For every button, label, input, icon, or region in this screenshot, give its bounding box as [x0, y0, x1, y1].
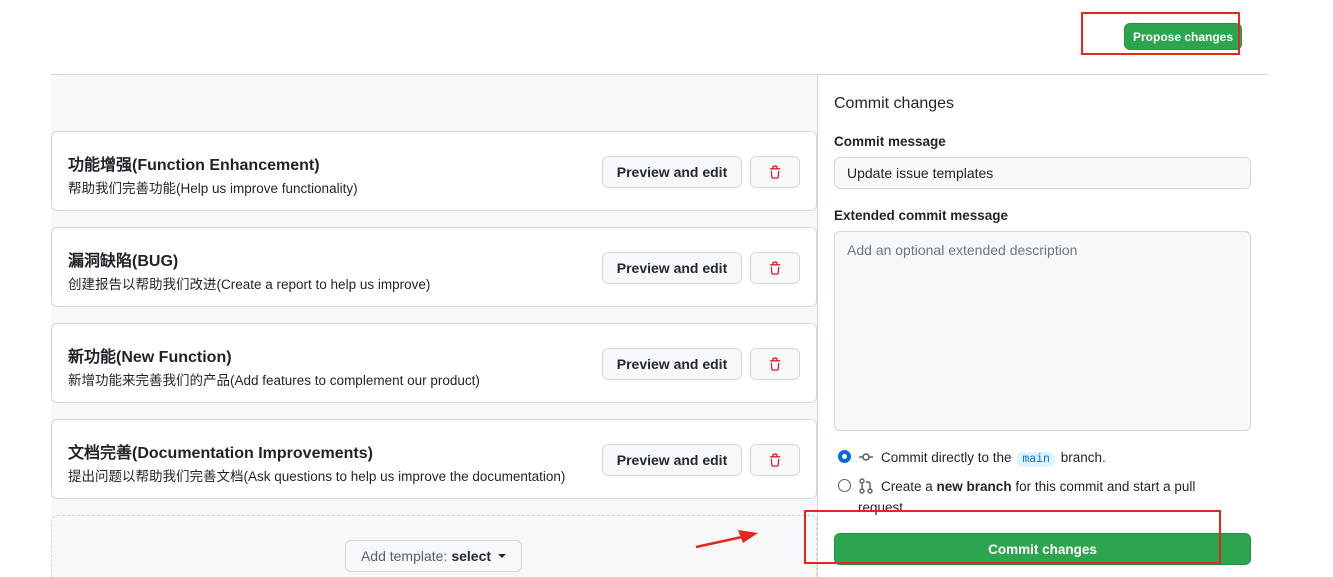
template-title: 新功能(New Function) [68, 349, 232, 366]
new-branch-radio[interactable] [838, 479, 851, 492]
caret-down-icon [498, 554, 507, 558]
delete-template-button[interactable] [750, 444, 800, 476]
new-branch-bold: new branch [936, 479, 1012, 494]
panel-divider [817, 75, 818, 577]
extended-description-textarea[interactable] [834, 231, 1251, 431]
template-card: 漏洞缺陷(BUG) 创建报告以帮助我们改进(Create a report to… [51, 227, 817, 307]
template-card: 功能增强(Function Enhancement) 帮助我们完善功能(Help… [51, 131, 817, 211]
trash-icon [769, 165, 781, 179]
commit-message-label: Commit message [834, 134, 946, 149]
commit-direct-option: Commit directly to the main branch. [881, 450, 1106, 467]
template-card: 新功能(New Function) 新增功能来完善我们的产品(Add featu… [51, 323, 817, 403]
preview-and-edit-button[interactable]: Preview and edit [602, 156, 742, 188]
extended-message-label: Extended commit message [834, 208, 1009, 223]
commit-direct-prefix: Commit directly to the [881, 450, 1012, 465]
template-title: 功能增强(Function Enhancement) [68, 157, 320, 174]
commit-direct-radio[interactable] [838, 450, 851, 463]
delete-template-button[interactable] [750, 252, 800, 284]
trash-icon [769, 357, 781, 371]
template-description: 新增功能来完善我们的产品(Add features to complement … [68, 373, 480, 388]
annotation-highlight-box [804, 510, 1221, 564]
red-arrow [695, 530, 758, 549]
delete-template-button[interactable] [750, 156, 800, 188]
add-template-select-label: select [451, 548, 492, 564]
trash-icon [769, 261, 781, 275]
template-title: 漏洞缺陷(BUG) [68, 253, 179, 270]
git-commit-icon [859, 453, 873, 461]
new-branch-suffix: for this commit and start a pull [1015, 479, 1196, 494]
annotation-highlight-box [1081, 12, 1240, 55]
preview-and-edit-button[interactable]: Preview and edit [602, 252, 742, 284]
template-description: 创建报告以帮助我们改进(Create a report to help us i… [68, 277, 431, 292]
delete-template-button[interactable] [750, 348, 800, 380]
template-description: 帮助我们完善功能(Help us improve functionality) [68, 181, 358, 196]
template-description: 提出问题以帮助我们完善文档(Ask questions to help us i… [68, 469, 566, 484]
template-card: 文档完善(Documentation Improvements) 提出问题以帮助… [51, 419, 817, 499]
preview-and-edit-button[interactable]: Preview and edit [602, 348, 742, 380]
commit-heading: Commit changes [834, 95, 955, 112]
commit-direct-suffix: branch. [1060, 450, 1106, 465]
add-template-select[interactable]: Add template: select [345, 540, 522, 572]
add-template-prefix: Add template: [360, 548, 448, 564]
template-title: 文档完善(Documentation Improvements) [68, 445, 373, 462]
new-branch-prefix: Create a [881, 479, 933, 494]
git-pull-request-icon [859, 478, 873, 494]
commit-message-input[interactable] [834, 157, 1251, 189]
trash-icon [769, 453, 781, 467]
branch-name: main [1017, 452, 1055, 467]
preview-and-edit-button[interactable]: Preview and edit [602, 444, 742, 476]
new-branch-option: Create a new branch for this commit and … [881, 479, 1195, 494]
